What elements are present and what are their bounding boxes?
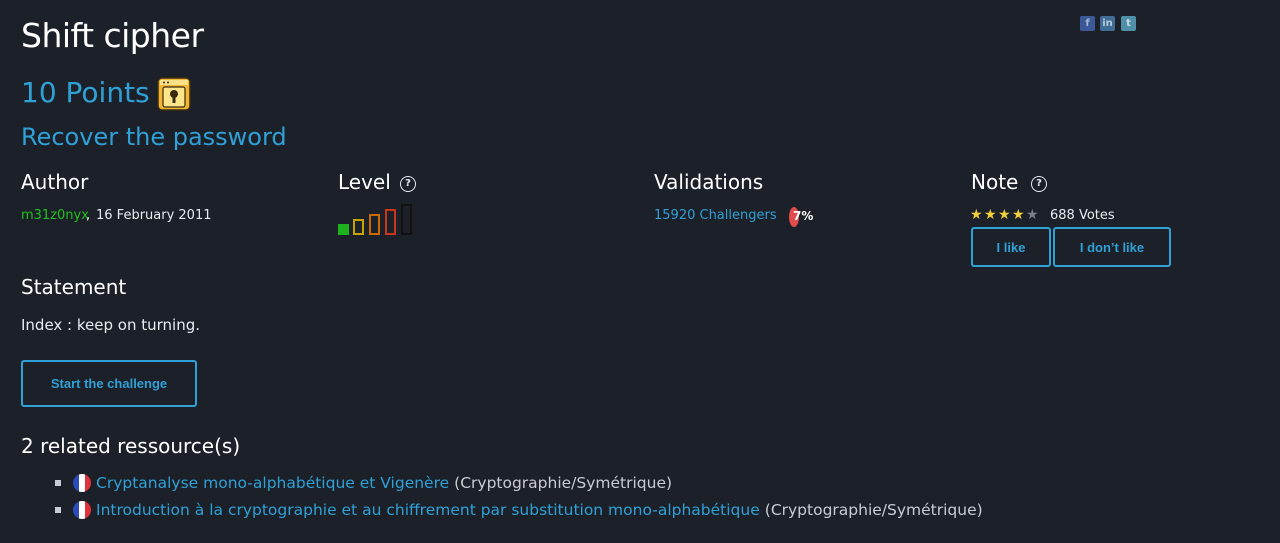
twitter-icon[interactable]: t <box>1121 16 1136 31</box>
author-date: 16 February 2011 <box>96 208 212 223</box>
star-icon: ★ <box>998 207 1011 223</box>
level-bar-2 <box>353 219 364 235</box>
bullet <box>55 480 61 486</box>
flag-fr-icon <box>73 474 91 492</box>
challenge-subtitle: Recover the password <box>21 123 287 151</box>
start-challenge-button[interactable]: Start the challenge <box>21 360 197 407</box>
flag-fr-icon <box>73 501 91 519</box>
note-heading: Note <box>971 170 1019 194</box>
star-icon: ★ <box>1012 207 1025 223</box>
linkedin-icon[interactable]: in <box>1100 16 1115 31</box>
statement-heading: Statement <box>21 275 127 299</box>
votes-count: 688 Votes <box>1050 208 1115 223</box>
lock-icon <box>157 77 191 111</box>
author-link[interactable]: m31z0nyx <box>21 208 89 224</box>
challengers-link[interactable]: 15920 Challengers <box>654 208 777 224</box>
list-item: Introduction à la cryptographie et au ch… <box>55 499 983 521</box>
page-title: Shift cipher <box>21 16 204 55</box>
help-icon[interactable]: ? <box>1031 176 1047 192</box>
level-indicator <box>338 204 418 238</box>
validation-percent: 7% <box>793 209 814 223</box>
resource-link[interactable]: Introduction à la cryptographie et au ch… <box>96 501 760 519</box>
author-separator: , <box>86 208 91 223</box>
statement-text: Index : keep on turning. <box>21 316 200 334</box>
help-icon[interactable]: ? <box>400 176 416 192</box>
level-heading: Level <box>338 170 391 194</box>
level-bar-5 <box>401 204 412 235</box>
dislike-button[interactable]: I don’t like <box>1053 227 1171 267</box>
star-icon: ★ <box>970 207 983 223</box>
resources-heading: 2 related ressource(s) <box>21 434 241 458</box>
level-bar-1 <box>338 224 349 235</box>
facebook-icon[interactable]: f <box>1080 16 1095 31</box>
validations-heading: Validations <box>654 170 764 194</box>
star-icon: ★ <box>984 207 997 223</box>
resource-link[interactable]: Cryptanalyse mono-alphabétique et Vigenè… <box>96 474 449 492</box>
points-label: 10 Points <box>21 76 150 109</box>
resource-category: (Cryptographie/Symétrique) <box>454 474 673 492</box>
level-bar-3 <box>369 214 380 235</box>
list-item: Cryptanalyse mono-alphabétique et Vigenè… <box>55 472 672 494</box>
author-heading: Author <box>21 170 89 194</box>
like-button[interactable]: I like <box>971 227 1051 267</box>
level-bar-4 <box>385 209 396 235</box>
star-empty-icon: ★ <box>1026 207 1039 223</box>
bullet <box>55 507 61 513</box>
resource-category: (Cryptographie/Symétrique) <box>764 501 983 519</box>
